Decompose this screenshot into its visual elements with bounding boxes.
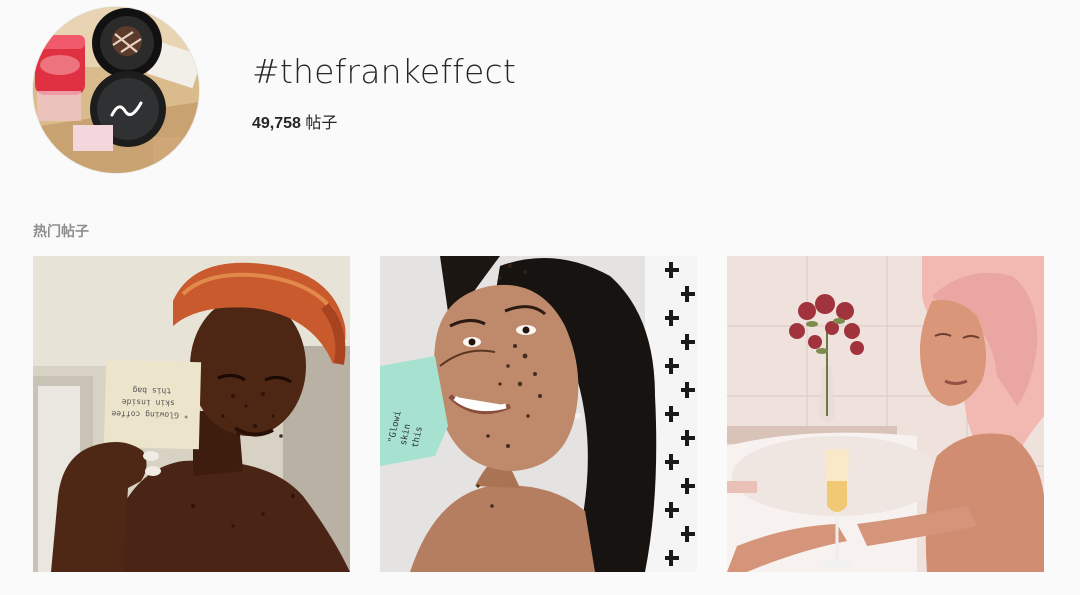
hashtag-header: #thefrankeffect 49,758 帖子 <box>0 0 1080 200</box>
post-count-number: 49,758 <box>252 115 301 132</box>
photo-text-1-line-2: skin inside <box>122 397 175 407</box>
post-photo-2: "Glowi skin this <box>380 256 697 572</box>
post-photo-1: * Glowing coffee skin inside this bag <box>33 256 350 572</box>
post-count: 49,758 帖子 <box>252 109 337 133</box>
hashtag-title: #thefrankeffect <box>252 52 516 91</box>
post-photo-3 <box>727 256 1044 572</box>
post-thumbnail-1[interactable]: * Glowing coffee skin inside this bag <box>33 256 350 572</box>
top-posts-label: 热门帖子 <box>33 223 89 239</box>
hashtag-avatar <box>33 7 199 173</box>
top-posts-grid: * Glowing coffee skin inside this bag "G… <box>33 256 1045 572</box>
post-count-unit: 帖子 <box>305 115 338 132</box>
avatar-photo <box>33 7 199 173</box>
post-thumbnail-2[interactable]: "Glowi skin this <box>380 256 697 572</box>
photo-text-1-line-3: this bag <box>132 385 171 395</box>
post-thumbnail-3[interactable] <box>727 256 1044 572</box>
